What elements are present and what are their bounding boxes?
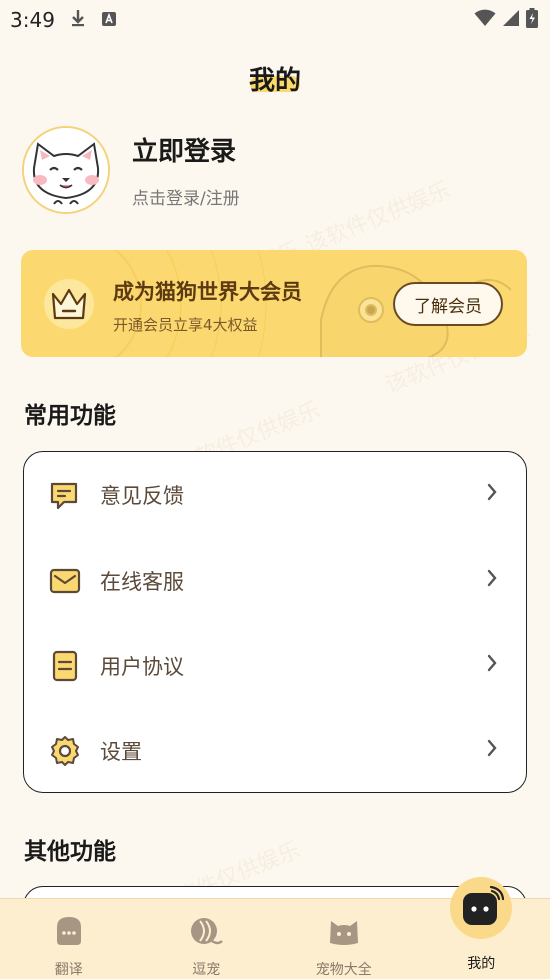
chevron-right-icon	[486, 482, 498, 506]
tab-pet-encyclopedia[interactable]: 宠物大全	[275, 899, 413, 979]
mail-icon	[48, 564, 82, 598]
vip-title: 成为猫狗世界大会员	[113, 280, 302, 304]
active-tab-bubble	[450, 877, 513, 939]
chevron-right-icon	[486, 653, 498, 677]
status-time: 3:49	[10, 8, 55, 32]
menu-item-user-agreement[interactable]: 用户协议	[24, 623, 526, 709]
login-subtitle[interactable]: 点击登录/注册	[132, 184, 240, 209]
vip-banner[interactable]: 成为猫狗世界大会员 开通会员立享4大权益 了解会员	[21, 250, 527, 357]
section-title-other: 其他功能	[24, 839, 116, 865]
crown-icon	[43, 278, 95, 330]
menu-item-settings[interactable]: 设置	[24, 708, 526, 794]
page-title: 我的	[248, 66, 301, 96]
tab-tease-pet[interactable]: 逗宠	[138, 899, 276, 979]
gear-icon	[48, 734, 82, 768]
feedback-icon	[48, 478, 82, 512]
cat-avatar-icon	[24, 128, 108, 212]
learn-membership-button[interactable]: 了解会员	[393, 282, 503, 326]
wifi-icon	[474, 8, 496, 32]
battery-icon	[526, 7, 538, 33]
login-title[interactable]: 立即登录	[132, 131, 240, 168]
menu-item-customer-service[interactable]: 在线客服	[24, 538, 526, 624]
tab-label: 我的	[467, 956, 496, 972]
status-bar: 3:49	[0, 0, 550, 40]
common-functions-card: 意见反馈 在线客服 用户协议 设置	[23, 451, 527, 793]
vip-subtitle: 开通会员立享4大权益	[113, 316, 258, 334]
tab-label: 翻译	[54, 962, 83, 978]
document-icon	[48, 649, 82, 683]
tab-mine[interactable]: 我的	[413, 877, 550, 979]
chevron-right-icon	[486, 568, 498, 592]
signal-icon	[502, 8, 520, 32]
app-notification-icon	[101, 8, 117, 32]
menu-item-feedback[interactable]: 意见反馈	[24, 452, 526, 538]
avatar[interactable]	[22, 126, 110, 214]
tease-pet-icon	[188, 913, 224, 949]
translate-icon	[51, 913, 87, 949]
pet-encyclopedia-icon	[326, 913, 362, 949]
chevron-right-icon	[486, 738, 498, 762]
watermark: 该软件仅供娱乐	[301, 177, 455, 259]
menu-item-label: 设置	[100, 740, 142, 764]
tab-label: 宠物大全	[315, 962, 372, 978]
section-title-common: 常用功能	[24, 403, 116, 429]
bottom-tab-bar: 翻译 逗宠 宠物大全 我的	[0, 877, 550, 979]
profile-icon	[463, 885, 505, 925]
menu-item-label: 在线客服	[100, 570, 184, 594]
menu-item-label: 意见反馈	[100, 484, 184, 508]
profile-login-area[interactable]: 立即登录 点击登录/注册	[22, 126, 240, 214]
download-icon	[69, 8, 87, 33]
tab-translate[interactable]: 翻译	[0, 899, 138, 979]
tab-label: 逗宠	[192, 962, 221, 978]
menu-item-label: 用户协议	[100, 655, 184, 679]
